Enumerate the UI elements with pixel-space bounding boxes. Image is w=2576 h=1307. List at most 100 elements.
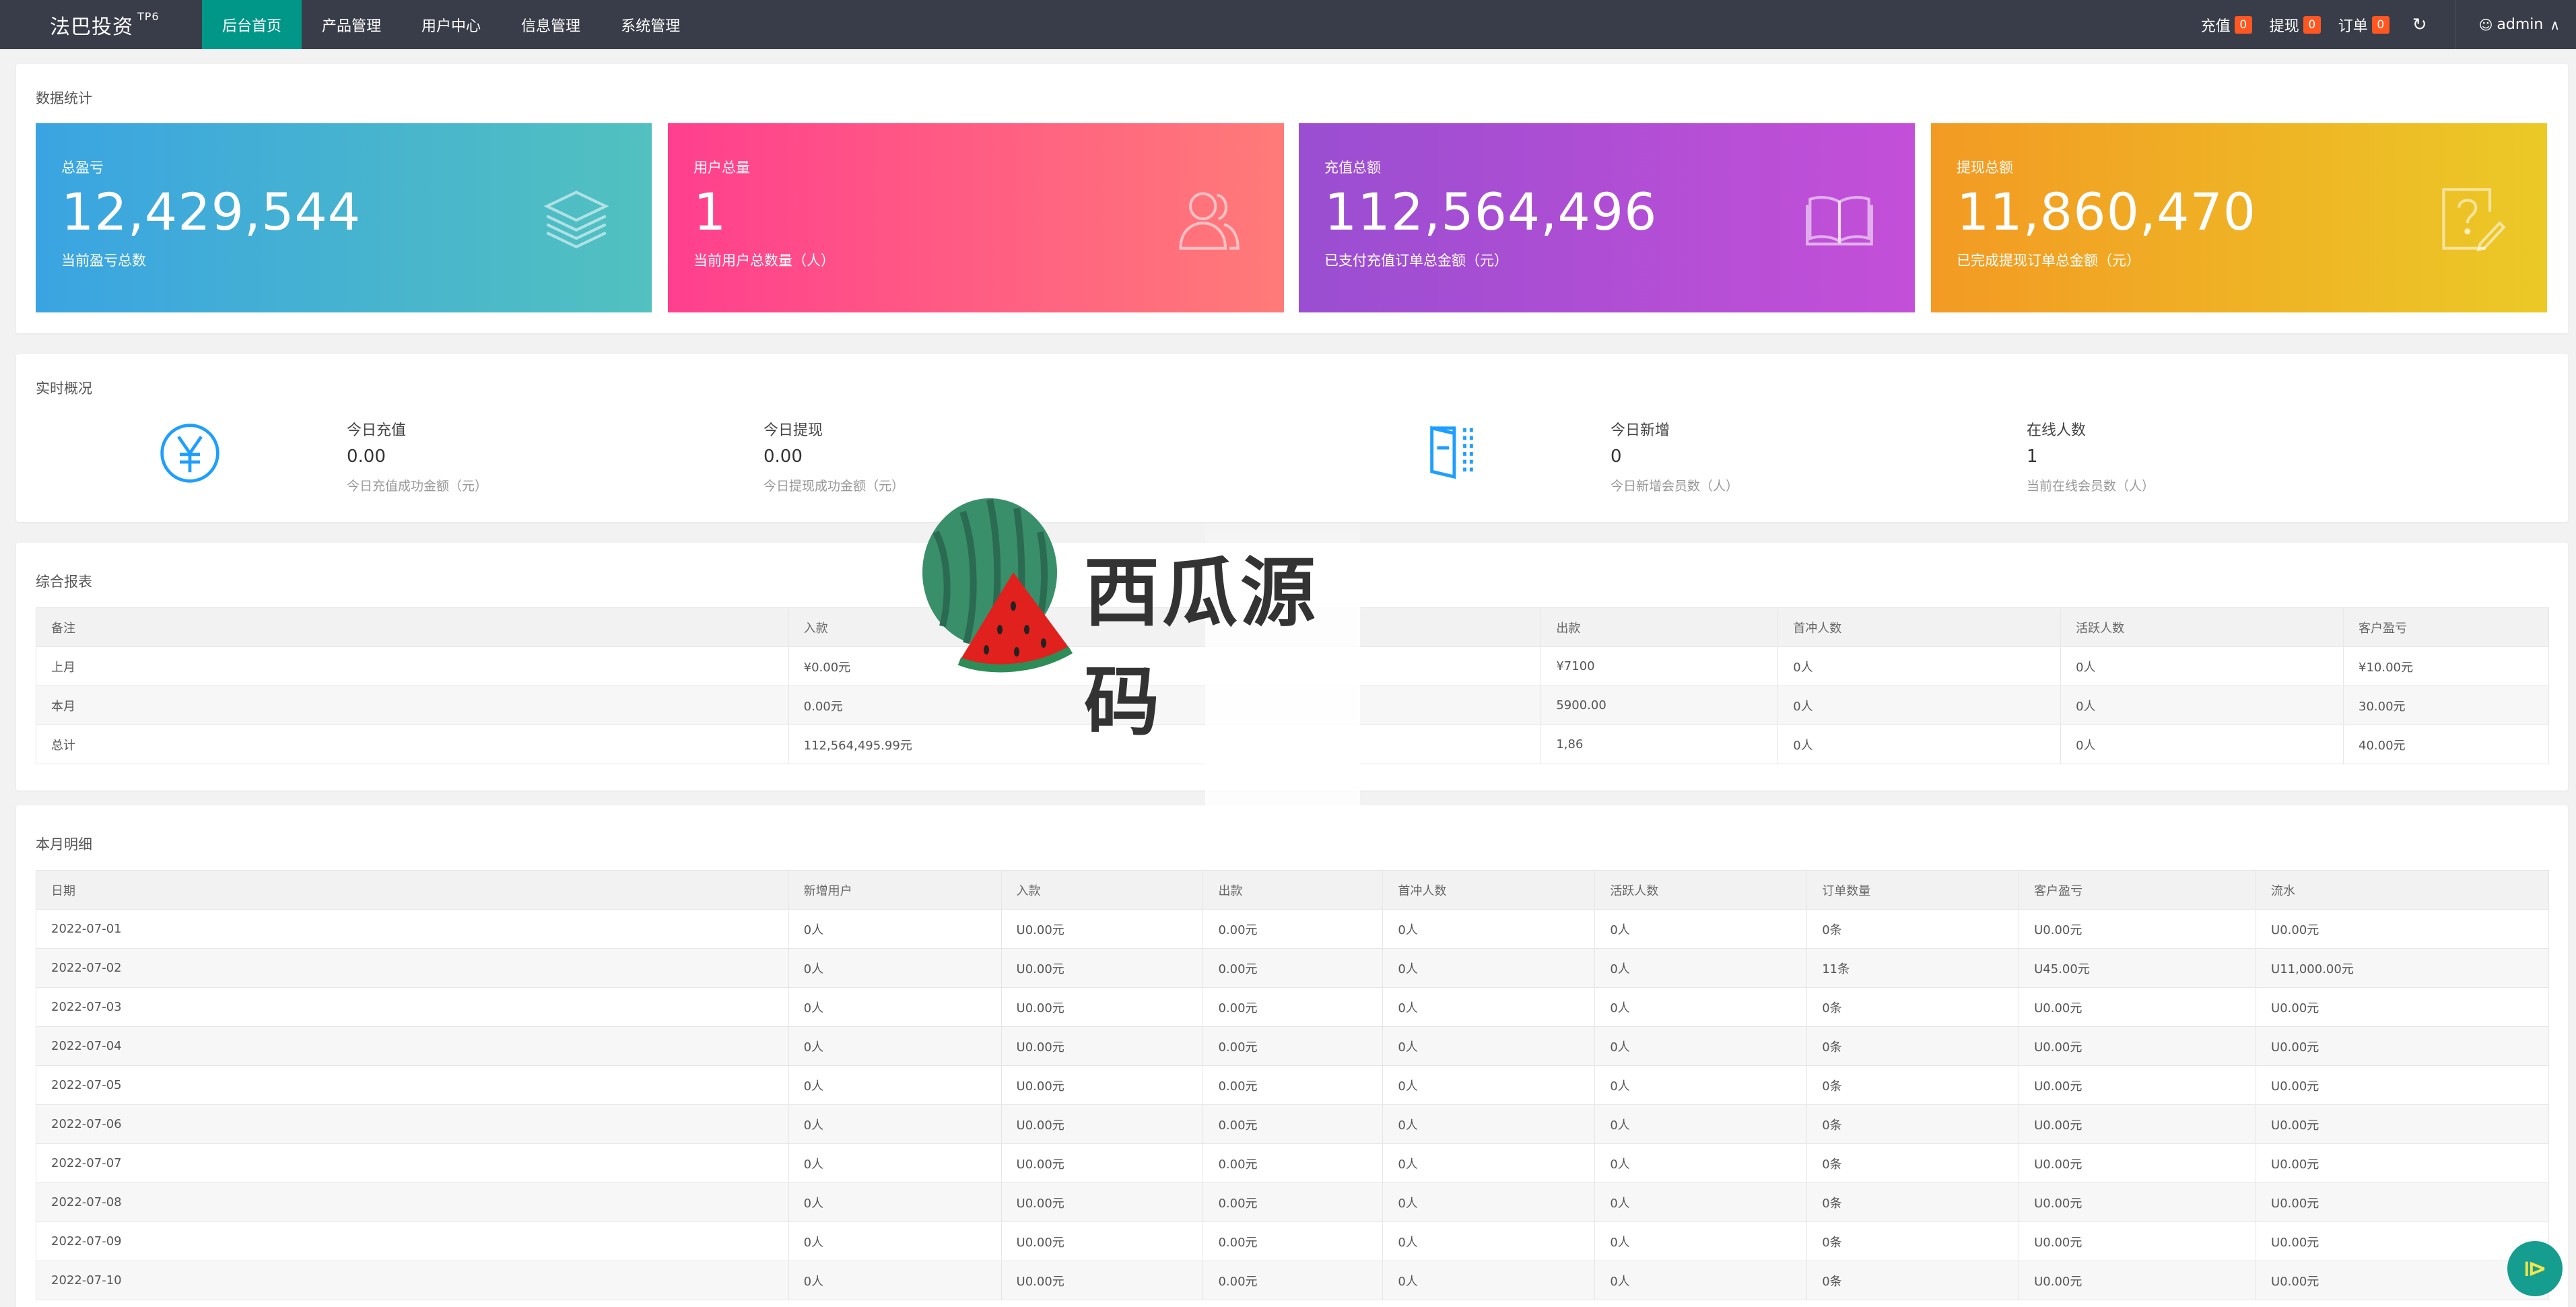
withdraw-notice[interactable]: 提现 0 — [2270, 14, 2321, 36]
watermark-text: 西瓜源码 — [1084, 549, 1318, 746]
table-cell: 2022-07-01 — [36, 909, 789, 949]
report-title: 综合报表 — [36, 574, 92, 590]
stat-label: 充值总额 — [1324, 160, 1381, 176]
nav-item-users[interactable]: 用户中心 — [401, 0, 501, 49]
brand-name: 法巴投资 — [50, 15, 133, 39]
table-cell: 11条 — [1806, 948, 2020, 988]
table-cell: 0人 — [1382, 1065, 1596, 1105]
recharge-label: 充值 — [2200, 18, 2231, 35]
col-header: 客户盈亏 — [2343, 607, 2549, 647]
col-header: 客户盈亏 — [2019, 870, 2257, 910]
order-label: 订单 — [2338, 18, 2368, 35]
table-cell: 0人 — [1594, 1221, 1808, 1261]
table-cell: U0.00元 — [1001, 948, 1204, 988]
rt-value: 0 — [1611, 446, 1622, 467]
table-cell: 0人 — [1382, 1143, 1596, 1183]
stat-card-profit: 总盈亏 12,429,544 当前盈亏总数 — [36, 123, 652, 312]
table-cell: 0人 — [788, 1182, 1002, 1222]
table-cell: 2022-07-09 — [36, 1221, 789, 1261]
table-cell: 0人 — [2060, 685, 2344, 725]
edit-question-icon — [2442, 188, 2506, 252]
col-header: 入款 — [1001, 870, 1204, 910]
refresh-icon[interactable]: ↻ — [2412, 15, 2427, 35]
table-cell: 2022-07-04 — [36, 1026, 789, 1066]
order-notice[interactable]: 订单 0 — [2338, 14, 2389, 36]
table-cell: 0人 — [1594, 948, 1808, 988]
table-cell: 0人 — [1382, 1182, 1596, 1222]
table-cell: 2022-07-02 — [36, 948, 789, 988]
rt-desc: 今日充值成功金额（元） — [347, 479, 488, 494]
col-header: 出款 — [1540, 607, 1779, 647]
stats-card: 数据统计 总盈亏 12,429,544 当前盈亏总数 用户总量 1 当前用户总数… — [16, 64, 2568, 333]
table-cell: 0.00元 — [1202, 909, 1384, 949]
table-cell: U0.00元 — [2019, 1143, 2257, 1183]
user-icon: ☺ — [2478, 16, 2493, 33]
today-recharge: 今日充值 0.00 今日充值成功金额（元） — [347, 418, 487, 494]
table-cell: U0.00元 — [2019, 1182, 2257, 1222]
rt-title: 今日充值 — [347, 422, 407, 439]
table-cell: 0人 — [1594, 1065, 1808, 1105]
table-cell: ¥10.00元 — [2343, 646, 2549, 686]
table-cell: 0人 — [1382, 1026, 1596, 1066]
rt-desc: 今日新增会员数（人） — [1611, 479, 1739, 494]
recharge-notice[interactable]: 充值 0 — [2201, 14, 2252, 36]
table-cell: 0条 — [1806, 909, 2020, 949]
table-cell: 0条 — [1806, 1104, 2020, 1144]
table-cell: 0人 — [788, 1261, 1002, 1300]
table-cell: 0人 — [1777, 725, 2062, 764]
table-cell: 0人 — [1594, 909, 1808, 949]
table-cell: U0.00元 — [2256, 1104, 2549, 1144]
table-cell: 0条 — [1806, 1182, 2020, 1222]
table-row: 2022-07-09 0人 U0.00元 0.00元 0人 0人 0条 U0.00元 U0.00… — [36, 1221, 2549, 1261]
table-row: 2022-07-02 0人 U0.00元 0.00元 0人 0人 11条 U45.00元 U11… — [36, 948, 2549, 988]
sound-wave-icon: ⧐ — [2523, 1255, 2547, 1282]
divider — [2455, 0, 2456, 49]
monthly-table: 日期 新增用户 入款 出款 首冲人数 活跃人数 订单数量 客户盈亏 流水 202… — [36, 870, 2549, 1300]
monthly-card: 本月明细 日期 新增用户 入款 出款 首冲人数 活跃人数 订单数量 客户盈亏 流… — [16, 805, 2568, 1307]
table-cell: 0人 — [1382, 1221, 1596, 1261]
today-withdraw: 今日提现 0.00 今日提现成功金额（元） — [764, 418, 904, 494]
col-header: 订单数量 — [1806, 870, 2020, 910]
nav-item-home[interactable]: 后台首页 — [202, 0, 302, 49]
table-cell: 0.00元 — [1202, 1261, 1384, 1300]
col-header: 首冲人数 — [1382, 870, 1596, 910]
table-cell: 40.00元 — [2343, 725, 2549, 764]
table-cell: U0.00元 — [1001, 1026, 1204, 1066]
table-row: 2022-07-10 0人 U0.00元 0.00元 0人 0人 0条 U0.00元 U0.00… — [36, 1261, 2549, 1300]
table-cell: 0人 — [1382, 909, 1596, 949]
floating-audio-button[interactable]: ⧐ — [2507, 1241, 2563, 1296]
table-cell: 0条 — [1806, 1065, 2020, 1105]
nav-item-system[interactable]: 系统管理 — [601, 0, 700, 49]
nav-item-products[interactable]: 产品管理 — [302, 0, 401, 49]
table-cell: 本月 — [36, 685, 789, 725]
table-cell: 0.00元 — [1202, 1221, 1384, 1261]
table-cell: 2022-07-08 — [36, 1182, 789, 1222]
watermelon-icon — [922, 498, 1073, 673]
table-cell: 0人 — [1382, 1261, 1596, 1300]
table-cell: 30.00元 — [2343, 685, 2549, 725]
brand-logo[interactable]: 法巴投资 TP6 — [0, 0, 202, 49]
monthly-table-body: 2022-07-01 0人 U0.00元 0.00元 0人 0人 0条 U0.00元 U0.00… — [36, 909, 2549, 1300]
user-menu[interactable]: ☺ admin ∧ — [2479, 16, 2560, 33]
table-cell: 0.00元 — [1202, 1065, 1384, 1105]
table-cell: 0人 — [1594, 1143, 1808, 1183]
stat-card-recharge: 充值总额 112,564,496 已支付充值订单总金额（元） — [1299, 123, 1915, 312]
stat-card-users: 用户总量 1 当前用户总数量（人） — [668, 123, 1284, 312]
table-cell: U0.00元 — [1001, 987, 1204, 1027]
nav-item-info[interactable]: 信息管理 — [501, 0, 601, 49]
stat-card-withdraw: 提现总额 11,860,470 已完成提现订单总金额（元） — [1931, 123, 2547, 312]
table-cell: U0.00元 — [2019, 1261, 2257, 1300]
table-cell: U0.00元 — [1001, 1261, 1204, 1300]
table-cell: ¥7100 — [1540, 646, 1779, 686]
table-cell: 1,86 — [1540, 725, 1779, 764]
table-cell: 0人 — [788, 948, 1002, 988]
rt-title: 今日新增 — [1611, 422, 1670, 439]
table-cell: U45.00元 — [2019, 948, 2257, 988]
rt-title: 今日提现 — [764, 422, 823, 439]
table-cell: 0条 — [1806, 1026, 2020, 1066]
rt-value: 0.00 — [347, 446, 386, 467]
table-cell: 0人 — [1594, 1261, 1808, 1300]
rt-title: 在线人数 — [2027, 422, 2087, 439]
table-cell: 总计 — [36, 725, 789, 764]
table-cell: 0人 — [788, 1104, 1002, 1144]
